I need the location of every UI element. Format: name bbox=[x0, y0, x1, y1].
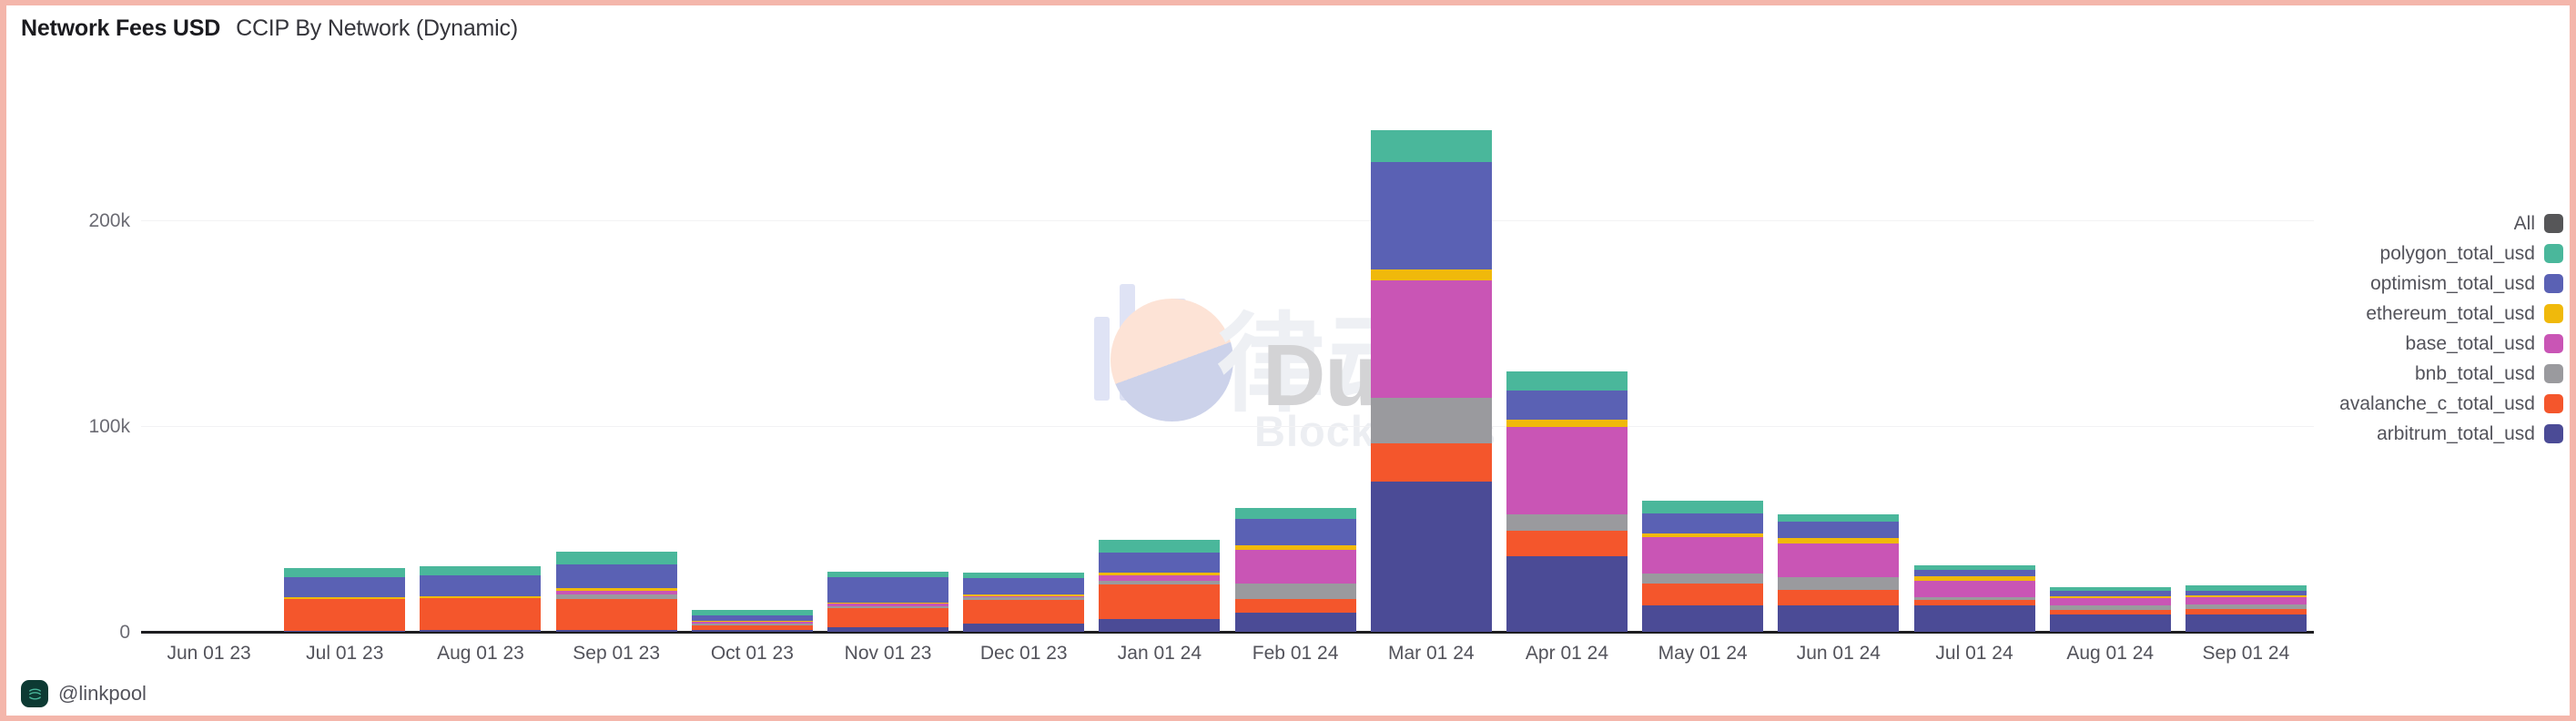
bar-segment[interactable] bbox=[1642, 583, 1764, 605]
bar-segment[interactable] bbox=[555, 564, 677, 589]
bar-series-container bbox=[141, 5, 2314, 632]
bar-segment[interactable] bbox=[1370, 443, 1492, 482]
bar-stack[interactable] bbox=[1099, 539, 1221, 632]
y-axis-tick-label: 100k bbox=[88, 415, 130, 437]
bar-segment[interactable] bbox=[1506, 531, 1628, 557]
bar-segment[interactable] bbox=[1642, 573, 1764, 584]
x-axis-tick-label: Apr 01 24 bbox=[1525, 643, 1609, 664]
bar-stack[interactable] bbox=[691, 610, 813, 632]
bar-segment[interactable] bbox=[420, 575, 542, 596]
x-axis-tick-label: Jun 01 24 bbox=[1796, 643, 1881, 664]
bar-segment[interactable] bbox=[1234, 508, 1356, 519]
y-axis-tick-label: 0 bbox=[119, 622, 130, 643]
bar-segment[interactable] bbox=[1234, 598, 1356, 613]
bar-segment[interactable] bbox=[1370, 130, 1492, 163]
bar-stack[interactable] bbox=[1506, 371, 1628, 632]
y-axis-tick-label: 200k bbox=[88, 209, 130, 231]
bar-segment[interactable] bbox=[1370, 398, 1492, 444]
x-axis-tick-label: Jul 01 24 bbox=[1935, 643, 2013, 664]
bar-segment[interactable] bbox=[963, 623, 1085, 632]
bar-stack[interactable] bbox=[1642, 501, 1764, 632]
x-axis-tick-label: Jan 01 24 bbox=[1117, 643, 1202, 664]
bar-segment[interactable] bbox=[284, 598, 406, 631]
bar-segment[interactable] bbox=[1778, 589, 1900, 605]
bar-segment[interactable] bbox=[1642, 604, 1764, 632]
bar-segment[interactable] bbox=[1234, 612, 1356, 632]
chart-plot-area: 0 100k 200k Jun 01 23 Jul 01 23 Aug 01 23 Sep… bbox=[6, 5, 2576, 721]
x-axis-tick-label: Oct 01 23 bbox=[710, 643, 794, 664]
bar-segment[interactable] bbox=[1370, 481, 1492, 632]
bar-segment[interactable] bbox=[1642, 513, 1764, 533]
bar-segment[interactable] bbox=[1778, 604, 1900, 632]
x-axis-tick-label: Sep 01 24 bbox=[2202, 643, 2290, 664]
bar-stack[interactable] bbox=[2185, 585, 2307, 632]
bar-segment[interactable] bbox=[1642, 537, 1764, 574]
x-axis-tick-label: Aug 01 24 bbox=[2066, 643, 2155, 664]
bar-segment[interactable] bbox=[1370, 162, 1492, 269]
bar-stack[interactable] bbox=[1370, 130, 1492, 632]
bar-segment[interactable] bbox=[555, 629, 677, 632]
chart-card: Network Fees USD CCIP By Network (Dynami… bbox=[0, 0, 2576, 721]
bar-segment[interactable] bbox=[284, 630, 406, 632]
bar-segment[interactable] bbox=[1234, 583, 1356, 599]
x-axis-tick-label: Sep 01 23 bbox=[573, 643, 661, 664]
bar-segment[interactable] bbox=[963, 578, 1085, 595]
bar-segment[interactable] bbox=[1506, 391, 1628, 421]
bar-stack[interactable] bbox=[963, 573, 1085, 632]
bar-segment[interactable] bbox=[1642, 501, 1764, 514]
bar-segment[interactable] bbox=[2185, 614, 2307, 632]
bar-segment[interactable] bbox=[1506, 371, 1628, 391]
bar-segment[interactable] bbox=[1099, 553, 1221, 573]
bar-segment[interactable] bbox=[284, 577, 406, 597]
bar-stack[interactable] bbox=[420, 566, 542, 632]
bar-segment[interactable] bbox=[1099, 584, 1221, 620]
bar-segment[interactable] bbox=[1913, 604, 2035, 632]
bar-segment[interactable] bbox=[827, 627, 949, 632]
bar-segment[interactable] bbox=[2049, 597, 2171, 605]
bar-segment[interactable] bbox=[2049, 614, 2171, 632]
bar-segment[interactable] bbox=[1370, 269, 1492, 281]
bar-segment[interactable] bbox=[1099, 619, 1221, 632]
bar-segment[interactable] bbox=[1913, 580, 2035, 597]
bar-segment[interactable] bbox=[1506, 420, 1628, 428]
bar-segment[interactable] bbox=[555, 551, 677, 565]
bar-segment[interactable] bbox=[1234, 518, 1356, 546]
bar-segment[interactable] bbox=[555, 598, 677, 630]
bar-segment[interactable] bbox=[1506, 556, 1628, 632]
bar-segment[interactable] bbox=[1913, 569, 2035, 577]
x-axis-tick-label: Nov 01 23 bbox=[844, 643, 932, 664]
bar-segment[interactable] bbox=[1778, 577, 1900, 590]
bar-segment[interactable] bbox=[1099, 539, 1221, 553]
bar-segment[interactable] bbox=[284, 567, 406, 578]
bar-stack[interactable] bbox=[1913, 565, 2035, 632]
x-axis-tick-label: Jun 01 23 bbox=[167, 643, 251, 664]
bar-segment[interactable] bbox=[827, 576, 949, 603]
bar-stack[interactable] bbox=[2049, 586, 2171, 632]
bar-stack[interactable] bbox=[1234, 508, 1356, 632]
bar-segment[interactable] bbox=[1778, 522, 1900, 539]
bar-segment[interactable] bbox=[1778, 514, 1900, 523]
bar-segment[interactable] bbox=[420, 629, 542, 632]
bar-segment[interactable] bbox=[420, 597, 542, 630]
bar-segment[interactable] bbox=[420, 566, 542, 576]
bar-segment[interactable] bbox=[1506, 427, 1628, 515]
bar-segment[interactable] bbox=[1778, 543, 1900, 578]
x-axis-tick-label: Aug 01 23 bbox=[437, 643, 524, 664]
x-axis-tick-label: Jul 01 23 bbox=[306, 643, 384, 664]
bar-stack[interactable] bbox=[284, 567, 406, 632]
bar-stack[interactable] bbox=[1778, 514, 1900, 632]
bar-segment[interactable] bbox=[963, 599, 1085, 624]
x-axis-tick-label: Feb 01 24 bbox=[1252, 643, 1339, 664]
bar-segment[interactable] bbox=[1234, 549, 1356, 584]
x-axis-tick-label: Dec 01 23 bbox=[979, 643, 1068, 664]
bar-segment[interactable] bbox=[1506, 514, 1628, 532]
bar-segment[interactable] bbox=[691, 630, 813, 632]
bar-stack[interactable] bbox=[555, 551, 677, 632]
bar-segment[interactable] bbox=[2185, 596, 2307, 604]
bar-segment[interactable] bbox=[827, 607, 949, 628]
bar-segment[interactable] bbox=[1370, 280, 1492, 399]
x-axis-tick-label: May 01 24 bbox=[1658, 643, 1748, 664]
bar-stack[interactable] bbox=[827, 572, 949, 632]
x-axis-tick-label: Mar 01 24 bbox=[1388, 643, 1475, 664]
